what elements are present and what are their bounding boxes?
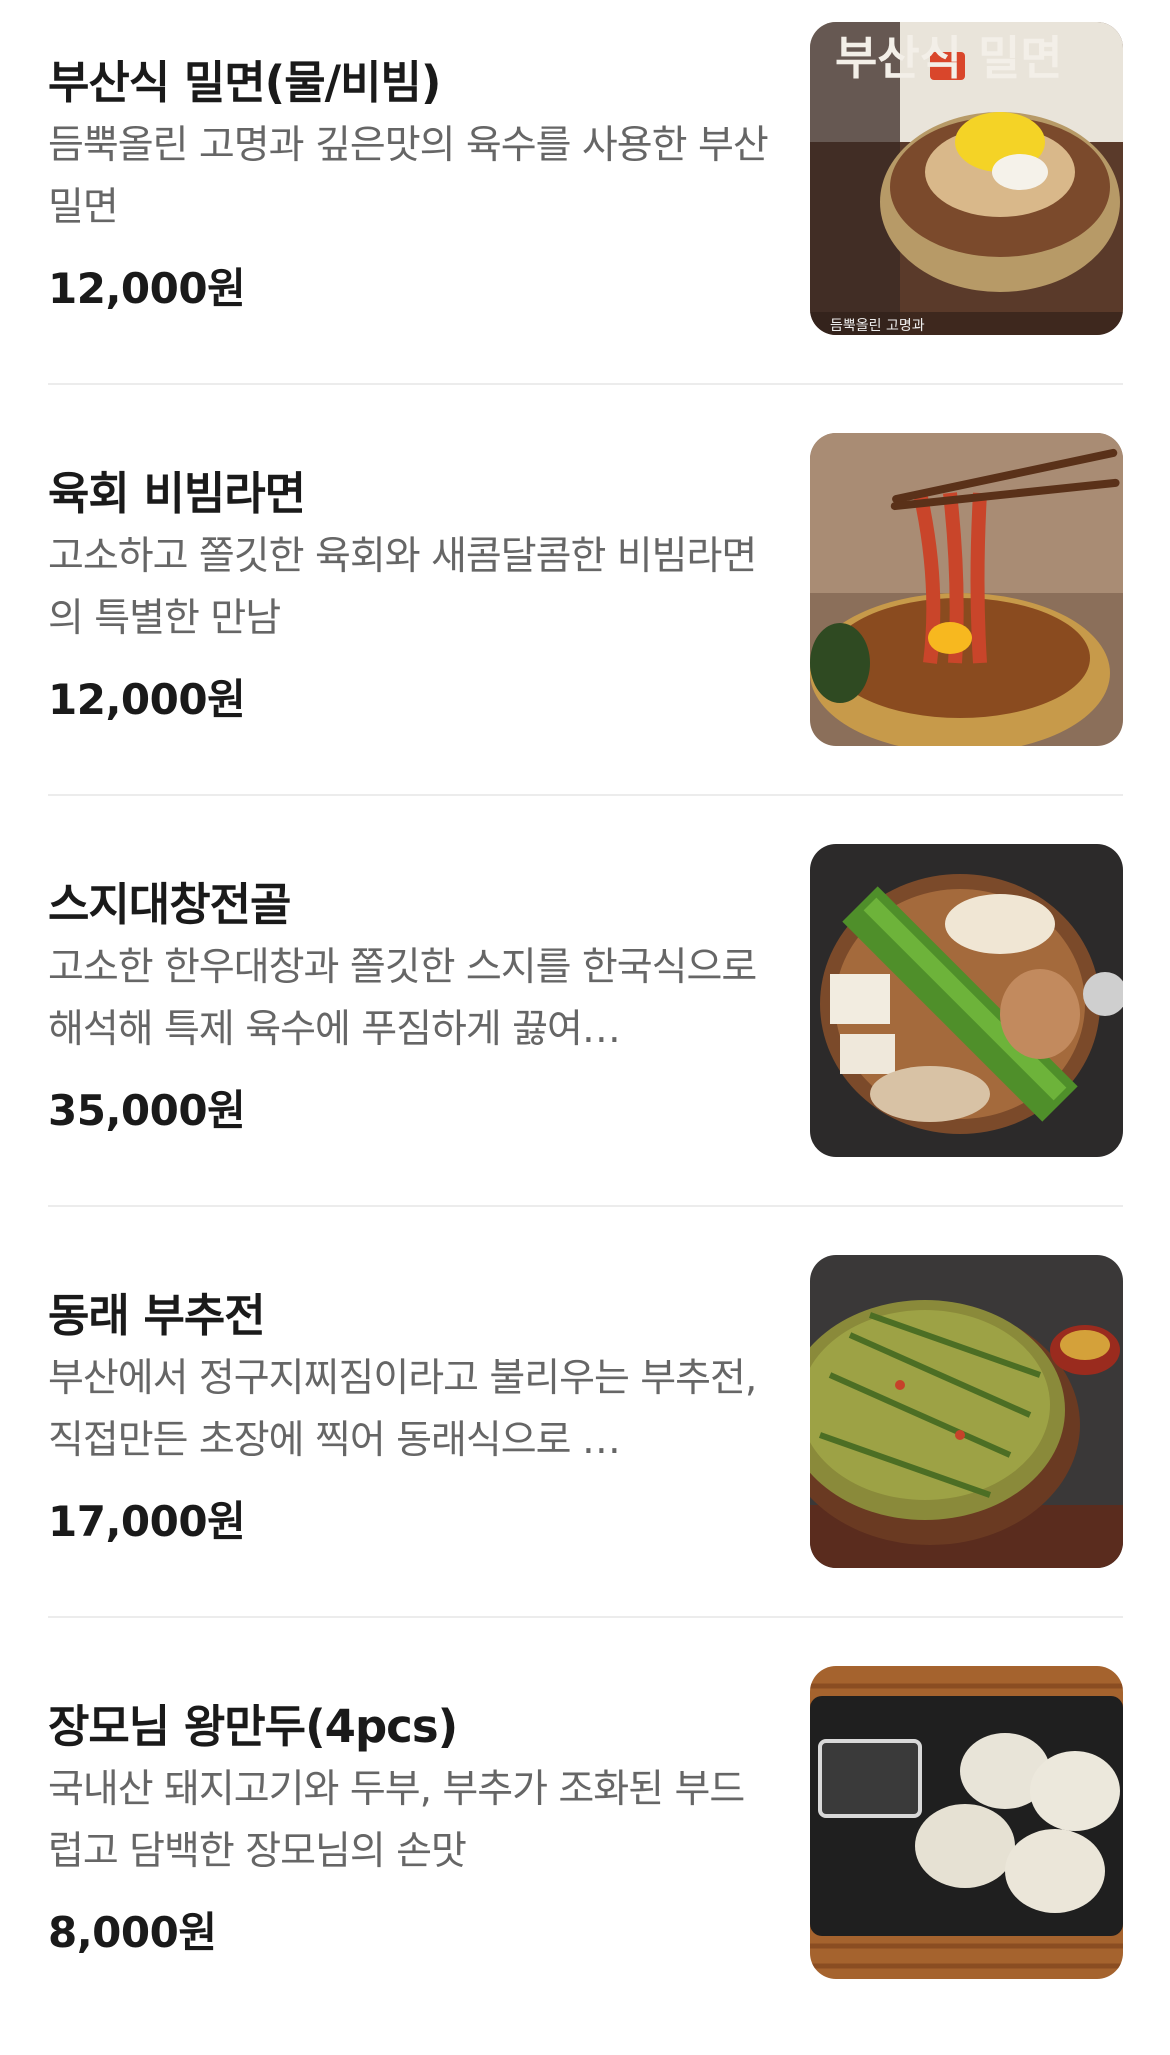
divider bbox=[48, 1205, 1123, 1207]
yukhoe-ramen-photo bbox=[810, 433, 1123, 746]
menu-item-price: 12,000원 bbox=[48, 264, 246, 313]
menu-item-description: 듬뿍올린 고명과 깊은맛의 육수를 사용한 부산 밀면 bbox=[48, 123, 768, 230]
mil-myeon-photo: 부산식 밀면 듬뿍올린 고명과 bbox=[810, 22, 1123, 335]
menu-item[interactable]: 스지대창전골 고소한 한우대창과 쫄깃한 스지를 한국식으로 해석해 특제 육수… bbox=[0, 822, 1170, 1233]
buchu-jeon-photo bbox=[810, 1255, 1123, 1568]
menu-item-name: 육회 비빔라면 bbox=[48, 467, 306, 520]
wang-mandu-photo bbox=[810, 1666, 1123, 1979]
menu-item-price: 8,000원 bbox=[48, 1908, 217, 1957]
menu-item[interactable]: 장모님 왕만두(4pcs) 국내산 돼지고기와 두부, 부추가 조화된 부드럽고… bbox=[0, 1644, 1170, 2055]
menu-item-image[interactable] bbox=[810, 433, 1123, 746]
divider bbox=[48, 1616, 1123, 1618]
menu-item-description: 고소한 한우대창과 쫄깃한 스지를 한국식으로 해석해 특제 육수에 푸짐하게 … bbox=[48, 945, 757, 1052]
menu-item-price: 12,000원 bbox=[48, 675, 246, 724]
menu-item-image[interactable] bbox=[810, 844, 1123, 1157]
menu-item-price: 17,000원 bbox=[48, 1497, 246, 1546]
menu-item-price: 35,000원 bbox=[48, 1086, 246, 1135]
divider bbox=[48, 794, 1123, 796]
menu-item[interactable]: 부산식 밀면(물/비빔) 듬뿍올린 고명과 깊은맛의 육수를 사용한 부산 밀면… bbox=[0, 0, 1170, 411]
menu-item[interactable]: 동래 부추전 부산에서 정구지찌짐이라고 불리우는 부추전, 직접만든 초장에 … bbox=[0, 1233, 1170, 1644]
menu-item-image[interactable] bbox=[810, 1666, 1123, 1979]
menu-item-name: 부산식 밀면(물/비빔) bbox=[48, 56, 441, 109]
suji-daechang-jeongol-photo bbox=[810, 844, 1123, 1157]
menu-list: 부산식 밀면(물/비빔) 듬뿍올린 고명과 깊은맛의 육수를 사용한 부산 밀면… bbox=[0, 0, 1170, 1996]
menu-item-image[interactable] bbox=[810, 1255, 1123, 1568]
menu-item-description: 국내산 돼지고기와 두부, 부추가 조화된 부드럽고 담백한 장모님의 손맛 bbox=[48, 1767, 745, 1874]
menu-item-name: 스지대창전골 bbox=[48, 878, 291, 931]
menu-item[interactable]: 육회 비빔라면 고소하고 쫄깃한 육회와 새콤달콤한 비빔라면의 특별한 만남 … bbox=[0, 411, 1170, 822]
menu-item-image[interactable]: 부산식 밀면 듬뿍올린 고명과 bbox=[810, 22, 1123, 335]
menu-item-description: 부산에서 정구지찌짐이라고 불리우는 부추전, 직접만든 초장에 찍어 동래식으… bbox=[48, 1356, 757, 1463]
menu-item-name: 동래 부추전 bbox=[48, 1289, 266, 1342]
image-subcaption: 듬뿍올린 고명과 bbox=[830, 318, 925, 334]
divider bbox=[48, 383, 1123, 385]
menu-item-name: 장모님 왕만두(4pcs) bbox=[48, 1700, 458, 1753]
menu-item-description: 고소하고 쫄깃한 육회와 새콤달콤한 비빔라면의 특별한 만남 bbox=[48, 534, 757, 641]
image-caption: 부산식 밀면 bbox=[835, 31, 1063, 85]
